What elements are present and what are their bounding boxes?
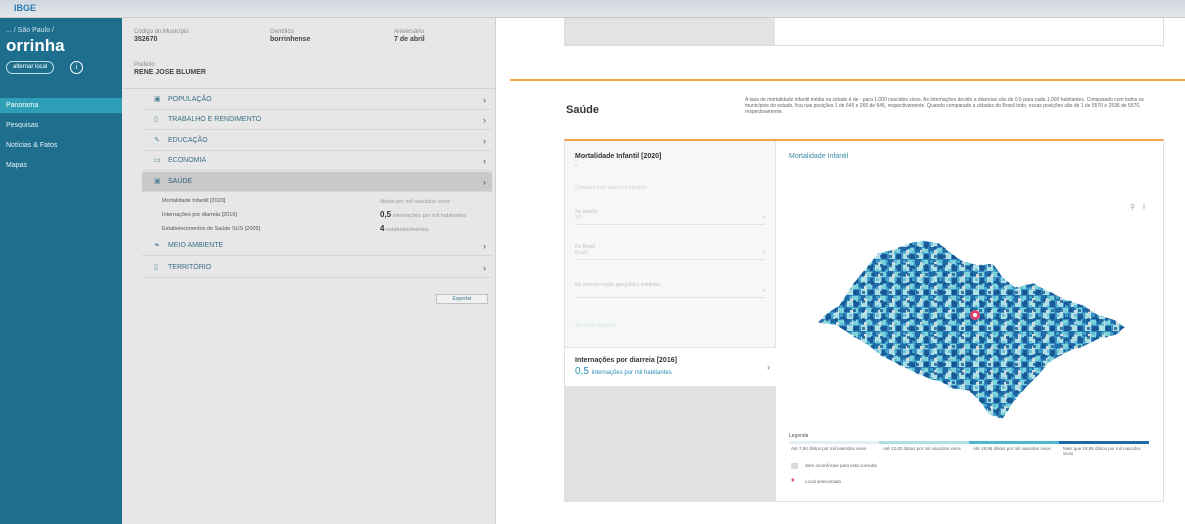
- country-ranking-field[interactable]: Brasil ▾: [575, 250, 765, 260]
- anniversary-label: Aniversário: [394, 29, 425, 35]
- health-icon: ▣: [154, 178, 161, 185]
- indicator-column: Mortalidade Infantil [2020] - Compare co…: [565, 141, 776, 502]
- theme-label: EDUCAÇÃO: [168, 137, 208, 144]
- no-data-label: Sem ocorrências para esta consulta: [805, 463, 877, 468]
- info-icon[interactable]: i: [70, 61, 83, 74]
- legend-title: Legenda: [789, 433, 809, 439]
- theme-label: ECONOMIA: [168, 157, 207, 164]
- state-texture: [817, 240, 1125, 419]
- stat2-value: 0,5 internações por mil habitantes: [575, 366, 672, 377]
- indicator-row[interactable]: Estabelecimentos de Saúde SUS [2009] 4 e…: [162, 222, 492, 236]
- theme-label: POPULAÇÃO: [168, 96, 212, 103]
- theme-label: SAÚDE: [168, 178, 193, 185]
- sidebar-item-mapas[interactable]: Mapas: [0, 158, 122, 173]
- selected-location-pin: [970, 310, 980, 320]
- chevron-down-icon: ▾: [762, 250, 765, 256]
- switch-location-button[interactable]: alternar local: [6, 61, 55, 74]
- gentilic-label: Gentílico: [270, 29, 294, 35]
- chevron-down-icon: ▾: [762, 215, 765, 221]
- chevron-right-icon: ›: [483, 136, 486, 146]
- education-icon: ✎: [154, 137, 160, 144]
- mayor-value: RENE JOSE BLUMER: [134, 69, 206, 76]
- environment-icon: ❧: [154, 242, 160, 249]
- sidebar-item-panorama[interactable]: Panorama: [0, 98, 122, 113]
- theme-meio-ambiente[interactable]: ❧ MEIO AMBIENTE ›: [142, 236, 492, 256]
- indicator-row[interactable]: Mortalidade Infantil [2020] óbitos por m…: [162, 194, 492, 208]
- anniversary-value: 7 de abril: [394, 36, 425, 43]
- chevron-right-icon: ›: [483, 95, 486, 105]
- indicators-panel: Código do Município 352670 Gentílico bor…: [122, 18, 496, 524]
- section-description: A taxa de mortalidade infantil média na …: [745, 97, 1144, 115]
- city-name: orrinha: [6, 36, 65, 55]
- indicator-value: 4 estabelecimentos: [380, 224, 429, 233]
- chevron-right-icon: ›: [483, 263, 486, 273]
- code-label: Código do Município: [134, 29, 189, 35]
- code-value: 352670: [134, 36, 158, 43]
- economy-icon: ▭: [154, 157, 161, 164]
- zoom-icon[interactable]: ⚲: [1130, 203, 1135, 211]
- region-ranking-field[interactable]: - ▾: [575, 288, 765, 298]
- legend-item: Até 18,95 óbitos por mil nascidos vivos: [973, 446, 1051, 451]
- download-icon[interactable]: ⇩: [1141, 203, 1147, 211]
- chevron-down-icon: ▾: [762, 288, 765, 294]
- no-data-swatch: [791, 463, 798, 469]
- theme-economia[interactable]: ▭ ECONOMIA ›: [142, 151, 492, 171]
- previous-section-card: [564, 18, 1164, 46]
- chevron-right-icon: ›: [483, 156, 486, 166]
- pin-icon: ♦: [791, 477, 795, 484]
- theme-populacao[interactable]: ▣ POPULAÇÃO ›: [142, 90, 492, 110]
- detail-panel: Saúde A taxa de mortalidade infantil méd…: [496, 18, 1185, 524]
- legend-item: Até 7,84 óbitos por mil nascidos vivos: [791, 446, 867, 451]
- indicator-label: Internações por diarreia [2016]: [162, 212, 237, 218]
- legend-scale: [789, 441, 1149, 444]
- health-card: Mortalidade Infantil [2020] - Compare co…: [564, 139, 1164, 502]
- map-title: Mortalidade Infantil: [789, 153, 849, 160]
- section-divider: [510, 79, 1185, 81]
- chevron-right-icon: ›: [483, 115, 486, 125]
- section-title: Saúde: [566, 104, 600, 116]
- state-ranking-field[interactable]: SP ▾: [575, 215, 765, 225]
- theme-territorio[interactable]: ▯ TERRITÓRIO ›: [142, 258, 492, 278]
- stat2-title: Internações por diarreia [2016]: [575, 357, 677, 364]
- theme-label: TERRITÓRIO: [168, 264, 212, 271]
- chevron-right-icon: ›: [767, 362, 770, 372]
- indicator-value: 0,5 internações por mil habitantes: [380, 210, 467, 219]
- header-divider: [122, 88, 496, 89]
- historical-series-link[interactable]: Ver série histórica: [575, 323, 615, 329]
- indicator-label: Mortalidade Infantil [2020]: [162, 198, 226, 204]
- sidebar-item-noticias[interactable]: Notícias & Fatos: [0, 138, 122, 153]
- indicator-label: Estabelecimentos de Saúde SUS [2009]: [162, 226, 261, 232]
- legend-item: Mais que 18,95 óbitos por mil nascidos v…: [1063, 446, 1141, 456]
- diarrhea-indicator[interactable]: Internações por diarreia [2016] 0,5 inte…: [565, 347, 776, 387]
- theme-educacao[interactable]: ✎ EDUCAÇÃO ›: [142, 131, 492, 151]
- left-sidebar: ... / São Paulo / orrinha alternar local…: [0, 18, 122, 524]
- export-button[interactable]: Exportar: [436, 294, 488, 304]
- pin-label: Local selecionado: [805, 479, 842, 484]
- stat-value: -: [575, 163, 577, 169]
- territory-icon: ▯: [154, 264, 158, 271]
- indicator-value: óbitos por mil nascidos vivos: [380, 199, 451, 205]
- legend-item: Até 12,82 óbitos por mil nascidos vivos: [883, 446, 961, 451]
- sidebar-item-pesquisas[interactable]: Pesquisas: [0, 118, 122, 133]
- top-bar: IBGE: [0, 0, 1185, 18]
- theme-label: TRABALHO E RENDIMENTO: [168, 116, 262, 123]
- brand-logo[interactable]: IBGE: [14, 3, 36, 13]
- chevron-right-icon: ›: [483, 241, 486, 251]
- theme-trabalho[interactable]: ▯ TRABALHO E RENDIMENTO ›: [142, 110, 492, 130]
- state-map[interactable]: [803, 223, 1143, 423]
- indicator-row[interactable]: Internações por diarreia [2016] 0,5 inte…: [162, 208, 492, 222]
- stat-title: Mortalidade Infantil [2020]: [575, 153, 662, 160]
- work-icon: ▯: [154, 116, 158, 123]
- mayor-label: Prefeito: [134, 62, 155, 68]
- location-breadcrumb[interactable]: ... / São Paulo /: [6, 27, 54, 34]
- gentilic-value: borrinhense: [270, 36, 311, 43]
- theme-label: MEIO AMBIENTE: [168, 242, 224, 249]
- theme-saude[interactable]: ▣ SAÚDE ›: [142, 172, 492, 192]
- people-icon: ▣: [154, 96, 161, 103]
- compare-hint: Compare com outros municípios: [575, 185, 647, 191]
- chevron-right-icon: ›: [483, 177, 486, 187]
